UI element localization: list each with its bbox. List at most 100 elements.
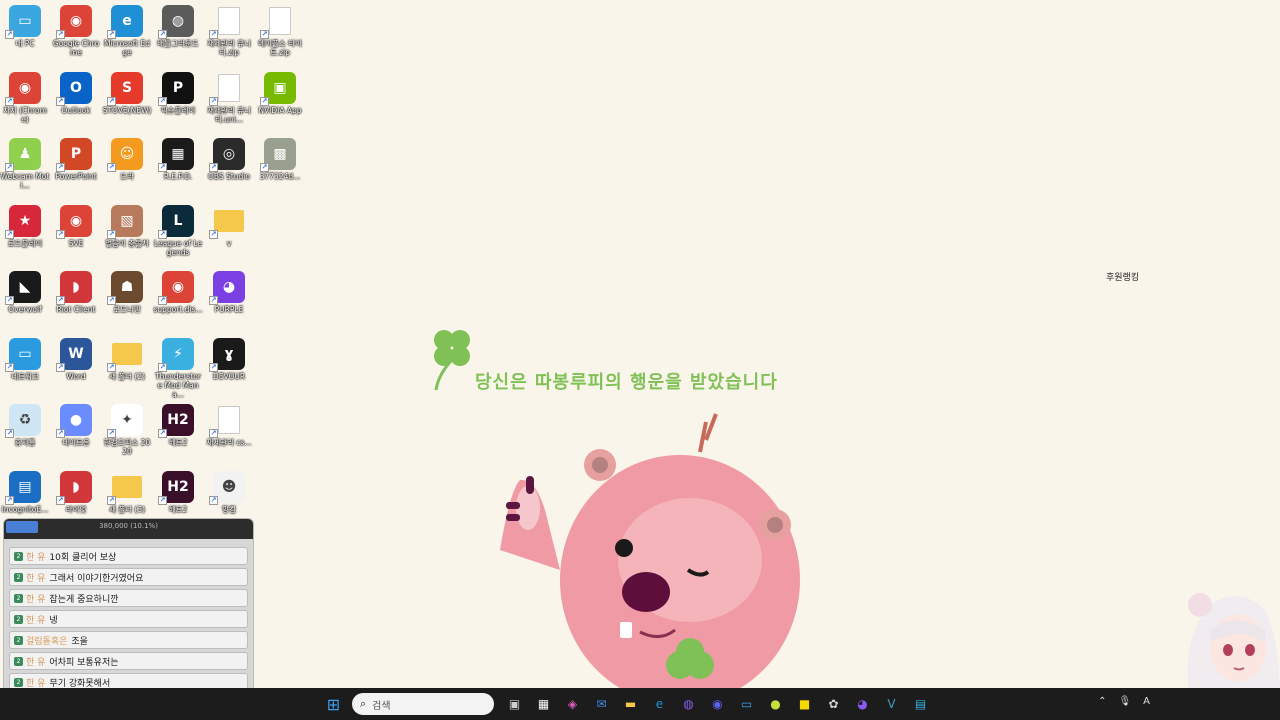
desktop-icon[interactable]: ☗ ↗ 로드나인 [102, 271, 152, 314]
desktop-icon[interactable]: ◗ ↗ 라이엇 [51, 470, 101, 514]
shortcut-arrow-icon: ↗ [209, 296, 218, 305]
desktop-icon[interactable]: e ↗ Microsoft Edge [102, 5, 152, 57]
chat-icon[interactable]: ▭ [736, 693, 758, 715]
desktop-icon-label: Word [66, 371, 86, 381]
messenger-icon[interactable]: ◕ [852, 693, 874, 715]
desktop-icon-label: DEVOUR [212, 371, 246, 381]
store-icon[interactable]: ▦ [533, 693, 555, 715]
desktop-icon[interactable]: ☺ ↗ 드라 [102, 138, 152, 181]
taskbar-search[interactable]: ⌕ 검색 [352, 693, 494, 715]
microphone-icon[interactable]: 🎙 [1118, 696, 1131, 707]
vtuber-avatar [1187, 593, 1280, 700]
desktop-icon[interactable]: ↗ 새 폴더 (2) [102, 338, 152, 381]
desktop-icon[interactable]: ◉ ↗ support.dis... [153, 271, 203, 314]
shortcut-arrow-icon: ↗ [107, 163, 116, 172]
copilot-icon[interactable]: ◈ [562, 693, 584, 715]
desktop-icon[interactable]: ↗ 재세관리 유니티.zip [204, 5, 254, 57]
shortcut-arrow-icon: ↗ [158, 163, 167, 172]
desktop-icon[interactable]: H2 ↗ 헤트2 [153, 470, 203, 514]
desktop-icon[interactable]: ↗ 메이플스 타이트.zip [255, 5, 305, 57]
desktop-icon[interactable]: ↗ 재세관리 cs... [204, 404, 254, 447]
desktop-icon[interactable]: ◉ ↗ SVE [51, 204, 101, 248]
mascot-image [500, 413, 800, 700]
desktop-icon[interactable]: P ↗ PowerPoint [51, 138, 101, 181]
desktop-icon[interactable]: ↗ v [204, 205, 254, 248]
desktop-icon[interactable]: ▭ ↗ 네트워크 [0, 337, 50, 381]
search-icon: ⌕ [360, 697, 367, 710]
desktop-icon[interactable]: ▧ ↗ 얼음이 충돌처 [102, 204, 152, 248]
kakao-icon[interactable]: ■ [794, 693, 816, 715]
desktop-icon-label: 재세관리 유니티.zip [207, 39, 251, 57]
chat-text: 10회 클리어 보상 [49, 552, 117, 563]
discord-icon[interactable]: ◉ [707, 693, 729, 715]
desktop-icon[interactable]: O ↗ Outlook [51, 71, 101, 115]
desktop-icon[interactable]: L ↗ League of Legends [153, 204, 203, 257]
shortcut-arrow-icon: ↗ [158, 96, 167, 106]
shortcut-arrow-icon: ↗ [209, 30, 218, 39]
desktop-icon[interactable]: ◍ ↗ 배틀그라운드 [153, 5, 203, 48]
edge-icon[interactable]: e [649, 693, 671, 715]
file-explorer-icon[interactable]: ▬ [620, 693, 642, 715]
desktop-icon-label: 메이플스 타이트.zip [258, 39, 302, 57]
shortcut-arrow-icon: ↗ [56, 362, 65, 372]
chat-message: 2한 유 잡는게 중요하니깐 [9, 589, 248, 607]
tray-chevron-icon[interactable]: ⌃ [1098, 696, 1106, 707]
shortcut-arrow-icon: ↗ [209, 495, 218, 505]
desktop-icon[interactable]: ◉ ↗ Google Chrome [51, 5, 101, 57]
desktop-icon[interactable]: H2 ↗ 헤트2 [153, 404, 203, 447]
vpn-icon[interactable]: V [881, 693, 903, 715]
windows-start-icon[interactable]: ⊞ [323, 693, 345, 715]
ime-icon[interactable]: A [1143, 696, 1150, 707]
task-view-icon[interactable]: ▣ [504, 693, 526, 715]
desktop-icon-label: NVIDIA App [258, 105, 302, 115]
desktop-icon[interactable]: ★ ↗ 로드플레이 [0, 204, 50, 248]
desktop-icon-label: 네트워크 [11, 371, 39, 381]
desktop-icon[interactable]: ☻ ↗ 망컴 [204, 470, 254, 514]
desktop-icon[interactable]: ◣ ↗ Overwolf [0, 271, 50, 314]
desktop-icon[interactable]: ♻ ↗ 휴지통 [0, 404, 50, 447]
desktop-icon-label: 377324d... [259, 172, 301, 181]
desktop-icon[interactable]: ▩ ↗ 377324d... [255, 138, 305, 181]
desktop-icon-label: 얼음이 충돌처 [105, 238, 149, 248]
chat-messages: 2한 유 10회 클리어 보상 2 한 유 그래서 이야기한거였어요 2 한 유 잡는게 중요… [4, 539, 253, 691]
shortcut-arrow-icon: ↗ [5, 163, 14, 172]
desktop-icon[interactable]: W ↗ Word [51, 337, 101, 381]
shortcut-arrow-icon: ↗ [209, 429, 218, 438]
chat-panel: 380,000 (10.1%) 2한 유 10회 클리어 보상 2 한 유 그래서 이야… [3, 518, 254, 716]
desktop-icon-label: 내 PC [15, 39, 35, 48]
app-icon: ◗ ↗ [56, 470, 92, 505]
shortcut-arrow-icon: ↗ [260, 163, 269, 172]
app-icon: ● ↗ [56, 404, 92, 438]
desktop-icon[interactable]: ◎ ↗ OBS Studio [204, 138, 254, 181]
shortcut-arrow-icon: ↗ [56, 30, 65, 39]
desktop-icon-label: Microsoft Edge [103, 39, 150, 57]
desktop-icon[interactable]: ● ↗ 네이트온 [51, 404, 101, 447]
desktop-icon[interactable]: ◉ ↗ 치치 (Chrome) [0, 71, 50, 124]
desktop-icon[interactable]: ▭ ↗ 내 PC [0, 5, 50, 48]
naver-icon[interactable]: ● [765, 693, 787, 715]
shortcut-arrow-icon: ↗ [107, 96, 116, 106]
ranking-label: 후원랭킹 [1106, 273, 1140, 283]
fan-badge: 2 [14, 551, 23, 561]
desktop-icon[interactable]: ▣ ↗ NVIDIA App [255, 71, 305, 115]
desktop-icon[interactable]: ⚡ ↗ Thunderstore Mod Mana... [153, 337, 203, 399]
desktop-icon[interactable]: S ↗ STOVE(NEW) [102, 71, 152, 115]
desktop-icon-label: PowerPoint [55, 172, 97, 181]
desktop-icon[interactable]: ▦ ↗ R.E.P.O. [153, 138, 203, 181]
desktop-icon[interactable]: ✦ ↗ 한컴오피스 2020 [102, 404, 152, 456]
desktop-icon[interactable]: ▤ ↗ IncognitoE... [0, 470, 50, 514]
openai-icon[interactable]: ✿ [823, 693, 845, 715]
desktop-icon[interactable]: ↗ 새 폴더 (3) [102, 471, 152, 514]
desktop-icon[interactable]: P ↗ 픽슨플레이 [153, 71, 203, 115]
shortcut-arrow-icon: ↗ [56, 495, 65, 505]
desktop-icon[interactable]: ɣ ↗ DEVOUR [204, 337, 254, 381]
desktop-icon[interactable]: ◗ ↗ Riot Client [51, 271, 101, 314]
desktop-icon[interactable]: ◕ ↗ PURPLE [204, 271, 254, 314]
desktop-icon[interactable]: ↗ 재세관리 유니티.uni... [204, 72, 254, 124]
desktop-icon[interactable]: ♟ ↗ Webcam Moti... [0, 138, 50, 190]
desktop-icon-label: 헤트2 [168, 438, 188, 447]
mail-icon[interactable]: ✉ [591, 693, 613, 715]
twitch-icon[interactable]: ◍ [678, 693, 700, 715]
shortcut-arrow-icon: ↗ [56, 163, 65, 172]
notepad-icon[interactable]: ▤ [910, 693, 932, 715]
